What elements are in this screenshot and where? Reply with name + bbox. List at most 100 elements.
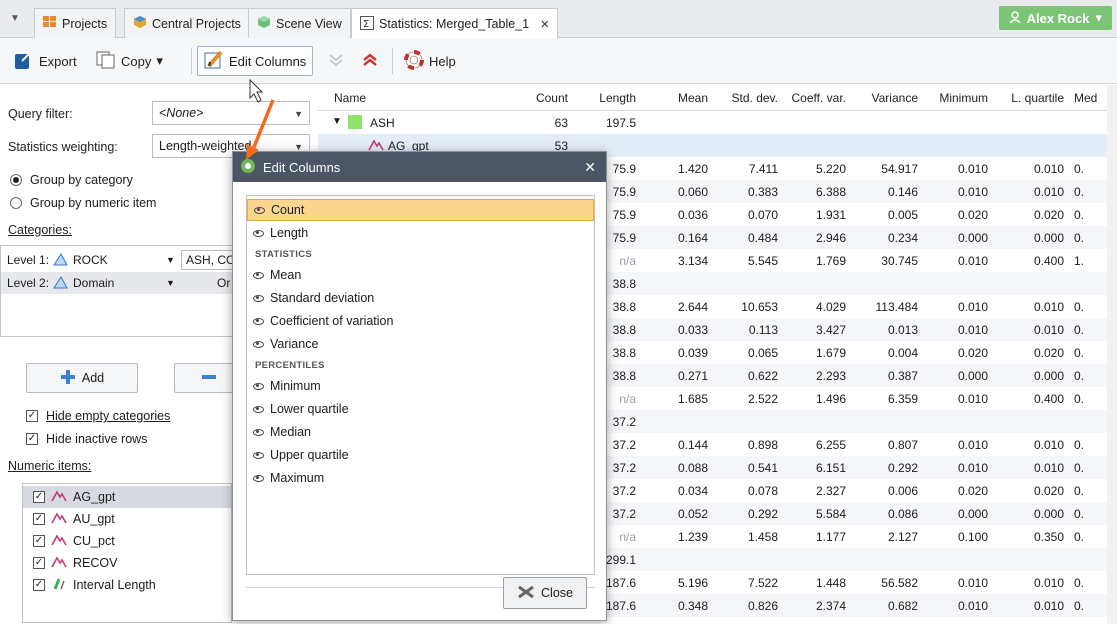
minus-icon	[201, 369, 217, 388]
column-header[interactable]: Coeff. var.	[774, 91, 846, 105]
hide-inactive-checkbox[interactable]: ✓ Hide inactive rows	[26, 432, 147, 446]
column-label: Coefficient of variation	[270, 314, 394, 328]
column-list-item[interactable]: Coefficient of variation	[247, 310, 594, 332]
eye-icon[interactable]	[254, 206, 265, 214]
copy-button[interactable]: Copy ▾	[92, 46, 167, 76]
numeric-item-interval-length[interactable]: ✓ Interval Length	[23, 574, 231, 596]
export-icon	[12, 49, 34, 74]
column-label: Mean	[270, 268, 302, 282]
eye-icon[interactable]	[253, 382, 264, 390]
numeric-label: RECOV	[73, 556, 118, 570]
column-header[interactable]: Name	[334, 91, 366, 105]
table-cell: 0.065	[747, 346, 778, 360]
radio-dot	[10, 197, 22, 209]
table-cell: 0.	[1074, 300, 1085, 314]
eye-icon[interactable]	[253, 271, 264, 279]
table-cell: 1.685	[677, 392, 708, 406]
table-cell: 2.127	[887, 530, 918, 544]
column-list-item[interactable]: Variance	[247, 333, 594, 355]
tab-projects[interactable]: Projects	[34, 8, 117, 38]
column-list-item[interactable]: Lower quartile	[247, 398, 594, 420]
edit-columns-button[interactable]: Edit Columns	[197, 46, 314, 76]
eye-icon[interactable]	[253, 229, 264, 237]
checkbox-label: Hide empty categories	[46, 409, 171, 423]
help-button[interactable]: Help	[400, 46, 460, 76]
table-cell: 0.010	[957, 576, 988, 590]
column-header[interactable]: Mean	[648, 91, 708, 105]
radio-label: Group by numeric item	[30, 196, 157, 210]
table-cell: 0.088	[677, 461, 708, 475]
column-list-item[interactable]: Count	[247, 199, 594, 221]
close-button[interactable]: Close	[503, 577, 587, 609]
edit-columns-label: Edit Columns	[229, 53, 307, 69]
check-icon: ✓	[26, 410, 38, 422]
table-row-group[interactable]: ▼ ASH 63 197.5	[318, 111, 1117, 134]
column-list-item[interactable]: Median	[247, 421, 594, 443]
column-header[interactable]: Med	[1074, 91, 1106, 105]
table-cell: 0.	[1074, 392, 1085, 406]
tab-scene-view[interactable]: Scene View	[248, 8, 351, 38]
eye-icon[interactable]	[253, 317, 264, 325]
eye-icon[interactable]	[253, 451, 264, 459]
tab-label: Projects	[62, 16, 108, 31]
close-icon[interactable]: ✕	[584, 159, 596, 176]
column-list-item[interactable]: Minimum	[247, 375, 594, 397]
table-cell: 0.271	[677, 369, 708, 383]
collapse-all-button[interactable]	[358, 46, 382, 76]
numeric-item-cu[interactable]: ✓ CU_pct	[23, 530, 231, 552]
numeric-item-recov[interactable]: ✓ RECOV	[23, 552, 231, 574]
tab-statistics[interactable]: Σ Statistics: Merged_Table_1 ✕	[351, 8, 559, 39]
tab-central-projects[interactable]: Central Projects	[124, 8, 250, 38]
numeric-item-au[interactable]: ✓ AU_gpt	[23, 508, 231, 530]
export-button[interactable]: Export	[8, 46, 81, 76]
double-chevron-down-icon	[328, 52, 344, 71]
expand-all-button[interactable]	[324, 46, 348, 76]
table-cell: 2.327	[815, 484, 846, 498]
table-cell: 4.029	[815, 300, 846, 314]
eye-icon[interactable]	[253, 474, 264, 482]
table-cell: 0.020	[957, 484, 988, 498]
table-cell: 0.020	[957, 208, 988, 222]
tab-bar: ▼ Projects Central Projects Scene View Σ…	[0, 0, 1117, 39]
table-cell: 0.	[1074, 461, 1085, 475]
user-menu[interactable]: Alex Rock ▾	[998, 6, 1112, 30]
eye-icon[interactable]	[253, 294, 264, 302]
hide-empty-checkbox[interactable]: ✓ Hide empty categories	[26, 409, 170, 423]
table-cell: 0.	[1074, 208, 1085, 222]
column-label: Lower quartile	[270, 402, 349, 416]
query-filter-select[interactable]: <None> ▼	[152, 101, 310, 125]
close-tab-icon[interactable]: ✕	[540, 18, 549, 31]
chevron-down-icon[interactable]: ▼	[332, 116, 342, 127]
table-cell: 0.	[1074, 438, 1085, 452]
column-list-item[interactable]: Upper quartile	[247, 444, 594, 466]
level-label: Level 2:	[7, 276, 50, 290]
column-header[interactable]: Std. dev.	[718, 91, 778, 105]
add-category-button[interactable]: Add	[26, 363, 138, 393]
group-by-numeric-radio[interactable]: Group by numeric item	[10, 196, 156, 210]
group-by-category-radio[interactable]: Group by category	[10, 173, 133, 187]
column-header[interactable]: Minimum	[918, 91, 988, 105]
column-list-item[interactable]: Standard deviation	[247, 287, 594, 309]
table-cell: 0.000	[957, 231, 988, 245]
check-icon: ✓	[33, 513, 45, 525]
numeric-item-ag[interactable]: ✓ AG_gpt	[23, 486, 231, 508]
table-cell: 0.010	[1033, 300, 1064, 314]
column-header[interactable]: Count	[508, 91, 568, 105]
statistics-window: ▼ Projects Central Projects Scene View Σ…	[0, 0, 1117, 624]
column-header[interactable]: Variance	[856, 91, 918, 105]
eye-icon[interactable]	[253, 340, 264, 348]
eye-icon[interactable]	[253, 405, 264, 413]
copy-label: Copy	[121, 53, 152, 69]
column-list-item[interactable]: Maximum	[247, 467, 594, 489]
column-header[interactable]: Length	[576, 91, 636, 105]
column-list-item[interactable]: Length	[247, 222, 594, 244]
tab-menu-icon[interactable]: ▼	[6, 10, 24, 28]
column-header[interactable]: L. quartile	[984, 91, 1064, 105]
column-list-item[interactable]: Mean	[247, 264, 594, 286]
table-cell: 2.946	[815, 231, 846, 245]
eye-icon[interactable]	[253, 428, 264, 436]
table-cell: 0.	[1074, 530, 1085, 544]
cube-icon	[133, 15, 147, 32]
vertical-scrollbar[interactable]	[1107, 85, 1117, 624]
table-cell: 0.400	[1033, 392, 1064, 406]
